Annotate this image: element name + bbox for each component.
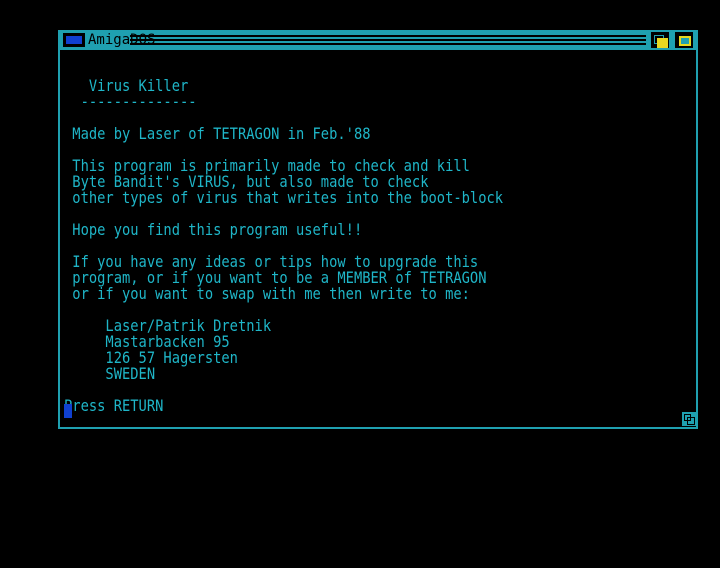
- console-line: Made by Laser of TETRAGON in Feb.'88: [64, 124, 371, 143]
- console-output: Virus Killer -------------- Made by Lase…: [64, 62, 597, 414]
- title-bar-stripes: [130, 33, 646, 47]
- console-line: SWEDEN: [64, 364, 156, 383]
- console-line: other types of virus that writes into th…: [64, 188, 504, 207]
- depth-back-icon[interactable]: [650, 31, 670, 49]
- resize-icon[interactable]: [682, 412, 696, 426]
- depth-front-icon[interactable]: [674, 31, 694, 49]
- console-line: --------------: [64, 92, 197, 111]
- console-line: Press RETURN: [64, 396, 164, 415]
- console-line: Hope you find this program useful!!: [64, 220, 363, 239]
- console-line: or if you want to swap with me then writ…: [64, 284, 470, 303]
- window-title: AmigaDOS: [88, 32, 156, 48]
- title-bar[interactable]: AmigaDOS: [60, 30, 696, 50]
- console-window: AmigaDOS Virus Killer -------------- Mad…: [58, 30, 698, 429]
- close-icon[interactable]: [63, 33, 85, 47]
- text-cursor: [64, 404, 72, 418]
